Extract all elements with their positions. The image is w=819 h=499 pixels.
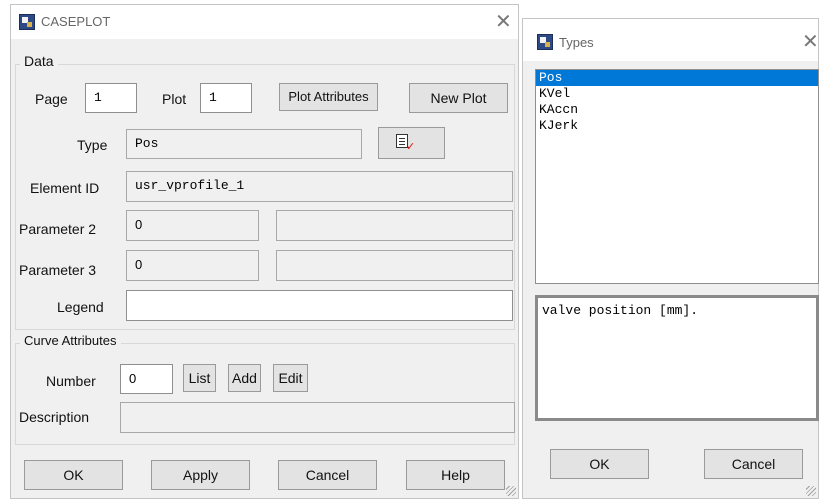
description-field (120, 402, 515, 433)
apply-button[interactable]: Apply (151, 460, 250, 490)
page-field[interactable]: 1 (85, 83, 137, 113)
parameter2-extra-field (276, 210, 513, 241)
parameter3-label: Parameter 3 (19, 262, 97, 278)
types-dialog: Types ✕ Pos KVel KAccn KJerk valve posit… (522, 18, 819, 499)
element-id-label: Element ID (30, 180, 100, 196)
types-list[interactable]: Pos KVel KAccn KJerk (535, 69, 819, 284)
caseplot-dialog: CASEPLOT ✕ Data Page 1 Plot 1 Plot Attri… (10, 4, 519, 499)
caseplot-title: CASEPLOT (41, 14, 111, 29)
app-icon (537, 34, 553, 50)
element-id-field: usr_vprofile_1 (126, 171, 513, 202)
number-field[interactable]: 0 (120, 364, 173, 394)
legend-label: Legend (57, 299, 104, 315)
types-list-item[interactable]: KAccn (536, 102, 818, 118)
caseplot-titlebar[interactable]: CASEPLOT ✕ (11, 5, 518, 39)
list-button[interactable]: List (183, 364, 216, 392)
types-list-item[interactable]: Pos (536, 70, 818, 86)
parameter2-field: 0 (126, 210, 259, 241)
number-label: Number (46, 373, 96, 389)
data-group-label: Data (20, 53, 58, 69)
curve-attributes-label: Curve Attributes (20, 333, 121, 348)
cancel-button[interactable]: Cancel (278, 460, 377, 490)
plot-attributes-button[interactable]: Plot Attributes (279, 83, 378, 111)
parameter3-field: 0 (126, 250, 259, 281)
description-label: Description (19, 409, 90, 425)
close-icon[interactable]: ✕ (495, 9, 512, 33)
plot-field[interactable]: 1 (200, 83, 252, 113)
type-description: valve position [mm]. (535, 295, 819, 421)
page-label: Page (35, 91, 68, 107)
type-field: Pos (126, 129, 362, 159)
resize-grip[interactable] (506, 486, 516, 496)
plot-label: Plot (162, 91, 187, 107)
parameter2-label: Parameter 2 (19, 221, 97, 237)
parameter3-extra-field (276, 250, 513, 281)
close-icon[interactable]: ✕ (802, 29, 819, 53)
edit-button[interactable]: Edit (273, 364, 308, 392)
new-plot-button[interactable]: New Plot (409, 83, 508, 113)
types-list-item[interactable]: KJerk (536, 118, 818, 134)
types-title: Types (559, 35, 594, 50)
types-ok-button[interactable]: OK (550, 449, 649, 479)
types-cancel-button[interactable]: Cancel (704, 449, 803, 479)
types-list-item[interactable]: KVel (536, 86, 818, 102)
add-button[interactable]: Add (228, 364, 261, 392)
types-titlebar[interactable]: Types ✕ (523, 19, 819, 61)
type-label: Type (77, 137, 108, 153)
resize-grip[interactable] (806, 486, 816, 496)
app-icon (19, 14, 35, 30)
checkmark-icon: ✓ (406, 140, 416, 153)
type-picker-button[interactable]: ✓ (378, 127, 445, 159)
ok-button[interactable]: OK (24, 460, 123, 490)
legend-field[interactable] (126, 290, 513, 321)
help-button[interactable]: Help (406, 460, 505, 490)
